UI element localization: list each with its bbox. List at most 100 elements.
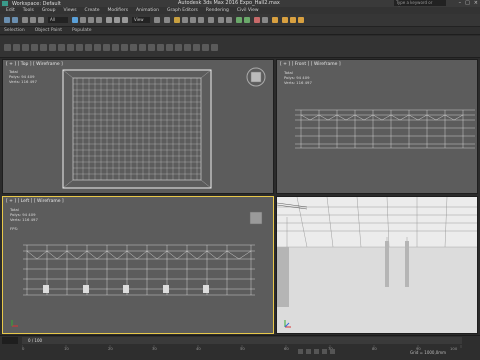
manipulate-icon[interactable] — [164, 17, 170, 23]
menu-tools[interactable]: Tools — [23, 8, 34, 13]
next-frame-icon[interactable] — [322, 349, 327, 354]
timeline-tick: 80 — [372, 346, 377, 351]
tab-object-paint[interactable]: Object Paint — [35, 28, 62, 33]
viewport-tool-icon[interactable] — [121, 44, 128, 51]
rotate-icon[interactable] — [114, 17, 120, 23]
scale-icon[interactable] — [122, 17, 128, 23]
menu-animation[interactable]: Animation — [136, 8, 159, 13]
viewport-front[interactable]: [ + ] [ Front ] [ Wireframe ] Total Poly… — [276, 59, 478, 194]
tab-selection[interactable]: Selection — [4, 28, 25, 33]
viewport-tool-icon[interactable] — [166, 44, 173, 51]
mirror-icon[interactable] — [218, 17, 224, 23]
viewport-tool-icon[interactable] — [40, 44, 47, 51]
viewport-tool-icon[interactable] — [103, 44, 110, 51]
menu-civil-view[interactable]: Civil View — [237, 8, 259, 13]
viewport-perspective[interactable] — [276, 196, 478, 334]
select-by-name-icon[interactable] — [80, 17, 86, 23]
viewport-tool-icon[interactable] — [175, 44, 182, 51]
menu-group[interactable]: Group — [42, 8, 56, 13]
title-bar: Workspace: Default Autodesk 3ds Max 2016… — [0, 0, 480, 11]
unlink-icon[interactable] — [30, 17, 36, 23]
timeline-tick: 0 — [22, 346, 25, 351]
stats-verts: Verts: 116 497 — [9, 79, 37, 84]
viewport-tool-icon[interactable] — [112, 44, 119, 51]
material-editor-icon[interactable] — [272, 17, 278, 23]
go-to-start-icon[interactable] — [298, 349, 303, 354]
menu-modifiers[interactable]: Modifiers — [108, 8, 129, 13]
spinner-snap-icon[interactable] — [198, 17, 204, 23]
viewport-tool-icon[interactable] — [58, 44, 65, 51]
ribbon-tabs: Selection Object Paint Populate — [0, 27, 480, 35]
angle-snap-icon[interactable] — [182, 17, 188, 23]
timeline-ruler[interactable]: 0 10 20 30 40 50 60 70 80 90 100 — [22, 345, 462, 353]
menu-edit[interactable]: Edit — [6, 8, 15, 13]
search-input[interactable]: Type a keyword or phrase — [394, 0, 446, 11]
viewport-tool-icon[interactable] — [184, 44, 191, 51]
viewport-tool-icon[interactable] — [76, 44, 83, 51]
schematic-view-icon[interactable] — [262, 17, 268, 23]
view-cube-icon[interactable] — [245, 207, 267, 229]
menu-graph-editors[interactable]: Graph Editors — [167, 8, 198, 13]
viewport-tool-icon[interactable] — [139, 44, 146, 51]
tab-populate[interactable]: Populate — [72, 28, 92, 33]
curve-editor-icon[interactable] — [254, 17, 260, 23]
layer-manager-icon[interactable] — [236, 17, 242, 23]
viewport-tool-icon[interactable] — [85, 44, 92, 51]
viewport-tool-icon[interactable] — [202, 44, 209, 51]
viewport-tool-icon[interactable] — [157, 44, 164, 51]
select-icon[interactable] — [72, 17, 78, 23]
close-icon[interactable]: × — [474, 0, 478, 6]
maximize-icon[interactable]: □ — [465, 0, 470, 6]
named-selection-icon[interactable] — [208, 17, 214, 23]
minimize-icon[interactable]: – — [459, 0, 462, 6]
time-slider[interactable]: 0 / 100 — [22, 337, 462, 344]
menu-views[interactable]: Views — [64, 8, 77, 13]
viewport-tool-icon[interactable] — [94, 44, 101, 51]
front-wireframe — [295, 109, 475, 149]
link-icon[interactable] — [22, 17, 28, 23]
move-icon[interactable] — [106, 17, 112, 23]
rect-select-icon[interactable] — [88, 17, 94, 23]
viewport-tool-icon[interactable] — [31, 44, 38, 51]
viewport-left[interactable]: [ + ] [ Left ] [ Wireframe ] Total Polys… — [2, 196, 274, 334]
viewport-tool-icon[interactable] — [4, 44, 11, 51]
percent-snap-icon[interactable] — [190, 17, 196, 23]
viewport-tool-icon[interactable] — [22, 44, 29, 51]
snap-icon[interactable] — [174, 17, 180, 23]
viewport-tool-icon[interactable] — [13, 44, 20, 51]
menu-rendering[interactable]: Rendering — [206, 8, 229, 13]
render-frame-icon[interactable] — [290, 17, 296, 23]
scene-explorer-icon[interactable] — [244, 17, 250, 23]
viewport-tool-icon[interactable] — [130, 44, 137, 51]
app-logo-icon[interactable] — [2, 1, 8, 6]
viewport-tool-icon[interactable] — [211, 44, 218, 51]
reference-coordinate-dropdown[interactable]: View — [132, 17, 150, 23]
viewport-tool-icon[interactable] — [49, 44, 56, 51]
grid-size-readout: Grid = 1000,0mm — [410, 350, 447, 355]
viewport-top[interactable]: [ + ] [ Top ] [ Wireframe ] — [2, 59, 274, 194]
pivot-icon[interactable] — [154, 17, 160, 23]
undo-icon[interactable] — [4, 17, 10, 23]
render-setup-icon[interactable] — [282, 17, 288, 23]
render-icon[interactable] — [298, 17, 304, 23]
redo-icon[interactable] — [12, 17, 18, 23]
axis-gizmo-icon — [11, 319, 19, 327]
align-icon[interactable] — [226, 17, 232, 23]
maxscript-listener-icon[interactable] — [2, 337, 18, 344]
bind-icon[interactable] — [38, 17, 44, 23]
view-cube-icon[interactable] — [245, 66, 267, 88]
play-icon[interactable] — [314, 349, 319, 354]
previous-frame-icon[interactable] — [306, 349, 311, 354]
go-to-end-icon[interactable] — [330, 349, 335, 354]
frame-counter[interactable]: 0 / 100 — [28, 337, 42, 344]
window-crossing-icon[interactable] — [96, 17, 102, 23]
selection-filter-dropdown[interactable]: All — [48, 17, 68, 23]
workspace-selector[interactable]: Workspace: Default — [12, 1, 61, 7]
timeline-tick: 100 — [450, 346, 458, 351]
viewport-tool-icon[interactable] — [148, 44, 155, 51]
timeline-tick: 40 — [196, 346, 201, 351]
viewport-tool-icon[interactable] — [193, 44, 200, 51]
viewport-tool-icon[interactable] — [67, 44, 74, 51]
menu-create[interactable]: Create — [85, 8, 100, 13]
timeline-tick: 50 — [240, 346, 245, 351]
